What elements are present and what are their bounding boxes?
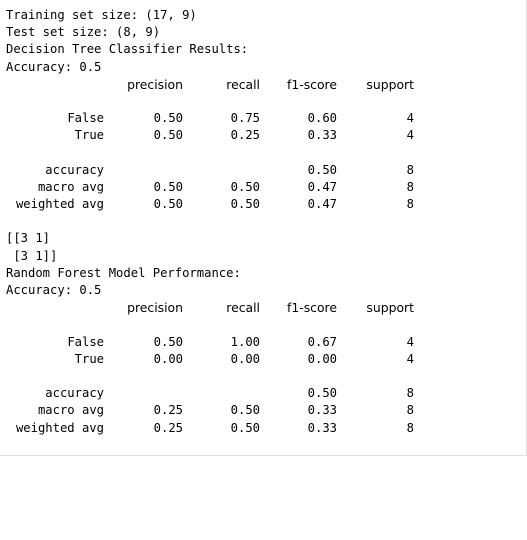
rf-row-support: 4: [406, 334, 414, 349]
rf-summary-row: accuracy 0.50 8: [6, 385, 527, 402]
dt-report-row: False 0.50 0.75 0.60 4: [6, 110, 527, 127]
notebook-output: Training set size: (17, 9) Test set size…: [6, 7, 527, 437]
rf-header-precision: precision: [127, 300, 183, 316]
dt-results-title: Decision Tree Classifier Results:: [6, 42, 249, 57]
confusion-matrix-line: [3 1]]: [6, 248, 58, 263]
dt-summary-support: 8: [406, 162, 414, 177]
rf-results-title: Random Forest Model Performance:: [6, 265, 241, 280]
dt-summary-recall: 0.50: [230, 197, 260, 212]
rf-header-support: support: [366, 300, 414, 316]
rf-row-support: 4: [406, 351, 414, 366]
dt-summary-f1: 0.50: [307, 162, 337, 177]
rf-summary-label: macro avg: [37, 403, 104, 418]
confusion-matrix-line: [[3 1]: [6, 231, 51, 246]
dt-summary-support: 8: [406, 197, 414, 212]
rf-summary-support: 8: [406, 386, 414, 401]
dt-summary-f1: 0.47: [307, 179, 337, 194]
dt-summary-recall: 0.50: [230, 179, 260, 194]
dt-header-precision: precision: [127, 76, 183, 92]
rf-summary-row: macro avg 0.25 0.50 0.33 8: [6, 402, 527, 419]
rf-summary-f1: 0.50: [307, 386, 337, 401]
rf-summary-recall: 0.50: [230, 403, 260, 418]
dt-row-support: 4: [406, 111, 414, 126]
dt-header-f1: f1-score: [286, 76, 337, 92]
rf-summary-f1: 0.33: [307, 420, 337, 435]
rf-report-row: True 0.00 0.00 0.00 4: [6, 351, 527, 368]
dt-report-row: True 0.50 0.25 0.33 4: [6, 127, 527, 144]
dt-summary-label: macro avg: [37, 179, 104, 194]
rf-report-header: precision recall f1-score support: [6, 299, 527, 316]
rf-summary-recall: 0.50: [230, 420, 260, 435]
test-size-line: Test set size: (8, 9): [6, 25, 161, 40]
dt-row-label: False: [67, 111, 104, 126]
rf-summary-precision: 0.25: [153, 420, 183, 435]
dt-row-support: 4: [406, 128, 414, 143]
dt-row-precision: 0.50: [153, 128, 183, 143]
dt-summary-row: weighted avg 0.50 0.50 0.47 8: [6, 196, 527, 213]
dt-accuracy-line: Accuracy: 0.5: [6, 59, 102, 74]
dt-summary-row: accuracy 0.50 8: [6, 162, 527, 179]
rf-accuracy-line: Accuracy: 0.5: [6, 283, 102, 297]
dt-row-f1: 0.33: [307, 128, 337, 143]
dt-header-support: support: [366, 76, 414, 92]
rf-summary-row: weighted avg 0.25 0.50 0.33 8: [6, 420, 527, 437]
rf-row-precision: 0.00: [153, 351, 183, 366]
dt-row-recall: 0.25: [230, 128, 260, 143]
dt-summary-f1: 0.47: [307, 197, 337, 212]
dt-row-recall: 0.75: [230, 111, 260, 126]
train-size-line: Training set size: (17, 9): [6, 8, 197, 22]
rf-summary-precision: 0.25: [153, 403, 183, 418]
dt-row-precision: 0.50: [153, 111, 183, 126]
rf-header-f1: f1-score: [286, 300, 337, 316]
rf-report-row: False 0.50 1.00 0.67 4: [6, 334, 527, 351]
rf-row-label: False: [67, 334, 104, 349]
rf-summary-label: accuracy: [45, 386, 104, 401]
dt-summary-support: 8: [406, 179, 414, 194]
rf-row-label: True: [74, 351, 104, 366]
rf-row-f1: 0.00: [307, 351, 337, 366]
rf-row-f1: 0.67: [307, 334, 337, 349]
dt-row-f1: 0.60: [307, 111, 337, 126]
dt-summary-precision: 0.50: [153, 179, 183, 194]
rf-summary-support: 8: [406, 403, 414, 418]
dt-report-header: precision recall f1-score support: [6, 76, 527, 93]
rf-summary-f1: 0.33: [307, 403, 337, 418]
dt-summary-row: macro avg 0.50 0.50 0.47 8: [6, 179, 527, 196]
rf-row-precision: 0.50: [153, 334, 183, 349]
dt-row-label: True: [74, 128, 104, 143]
dt-header-recall: recall: [226, 76, 260, 92]
rf-header-recall: recall: [226, 300, 260, 316]
rf-row-recall: 1.00: [230, 334, 260, 349]
rf-summary-support: 8: [406, 420, 414, 435]
dt-summary-label: weighted avg: [15, 197, 104, 212]
rf-row-recall: 0.00: [230, 351, 260, 366]
rf-summary-label: weighted avg: [15, 420, 104, 435]
dt-summary-label: accuracy: [45, 162, 104, 177]
dt-summary-precision: 0.50: [153, 197, 183, 212]
